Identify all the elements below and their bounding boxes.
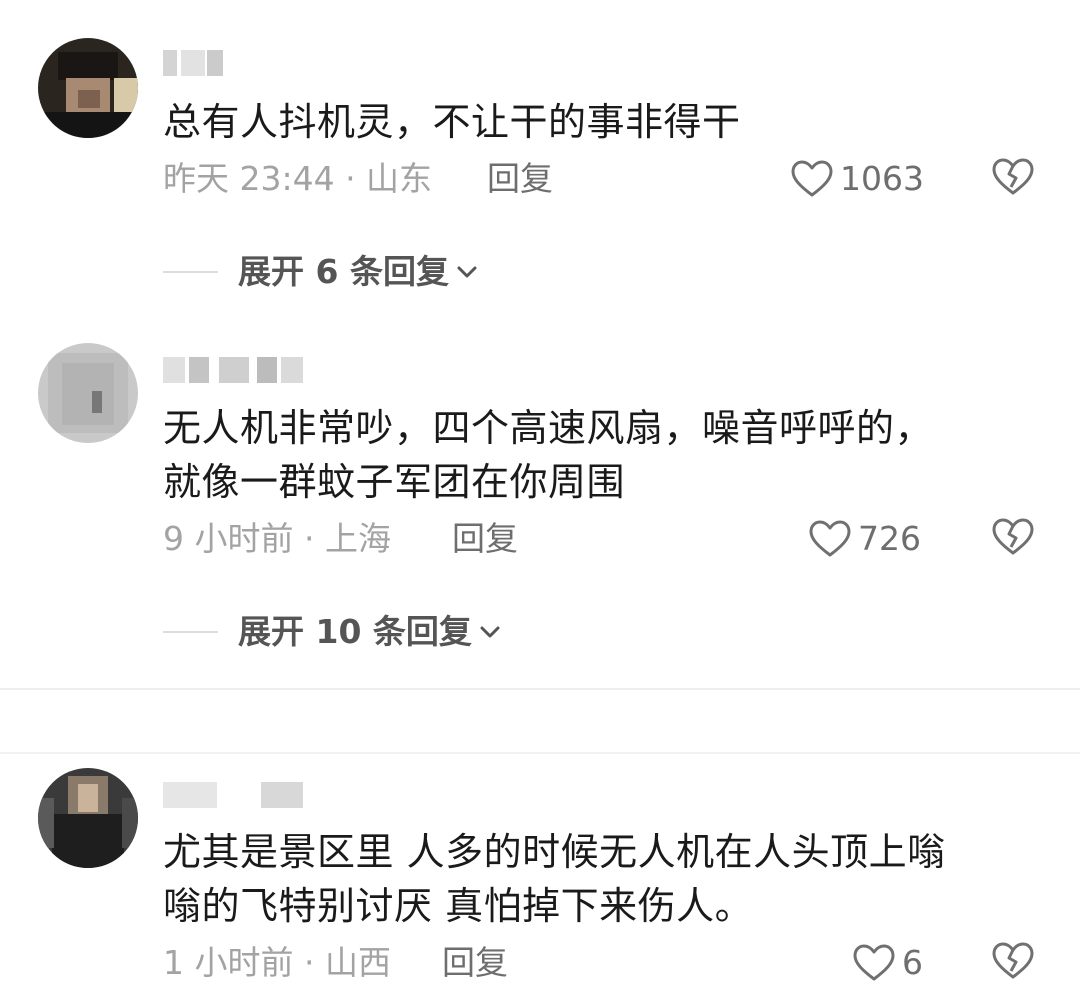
username-blurred[interactable]	[163, 782, 303, 808]
comment-item: 尤其是景区里 人多的时候无人机在人头顶上嗡 嗡的飞特别讨厌 真怕掉下来伤人。 1…	[0, 0, 1080, 1007]
broken-heart-icon	[992, 942, 1034, 979]
avatar[interactable]	[38, 768, 138, 868]
heart-outline-icon	[853, 944, 895, 981]
comment-list: 总有人抖机灵，不让干的事非得干 昨天 23:44 · 山东 回复 1063 展开…	[0, 0, 1080, 1007]
like-button[interactable]: 6	[852, 941, 923, 985]
like-count: 6	[902, 943, 923, 982]
comment-meta: 1 小时前 · 山西	[163, 943, 391, 982]
reply-button[interactable]: 回复	[442, 943, 508, 983]
comment-text: 嗡的飞特别讨厌 真怕掉下来伤人。	[163, 884, 754, 928]
comment-text: 尤其是景区里 人多的时候无人机在人头顶上嗡	[163, 830, 946, 874]
dislike-button[interactable]	[991, 941, 1035, 985]
